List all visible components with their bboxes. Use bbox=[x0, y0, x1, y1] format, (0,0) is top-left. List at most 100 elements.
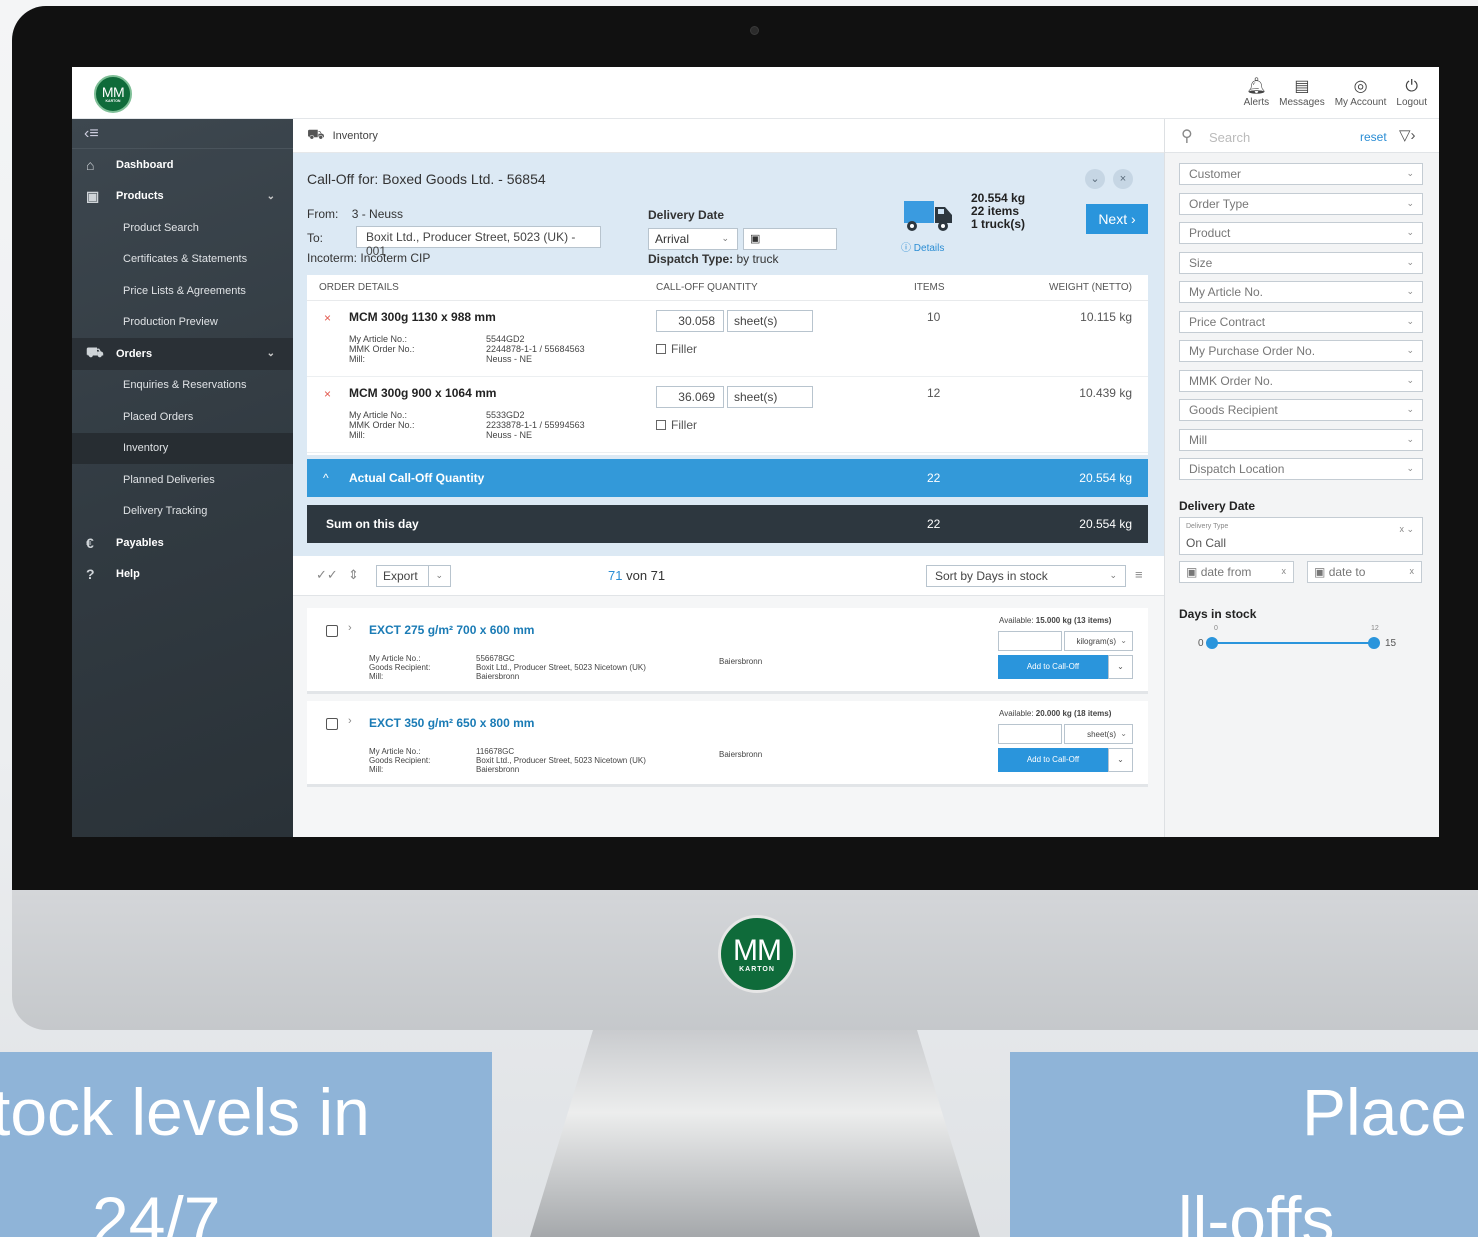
sidebar-subitem-price-lists[interactable]: Price Lists & Agreements bbox=[72, 275, 293, 307]
sidebar-item-dashboard[interactable]: ⌂ Dashboard bbox=[72, 149, 293, 181]
unit-select[interactable]: sheet(s) bbox=[727, 386, 813, 408]
chevron-right-icon[interactable]: › bbox=[348, 715, 352, 727]
filter-my-article-no[interactable]: My Article No. ⌄ bbox=[1179, 281, 1423, 303]
chevron-down-icon: ⌄ bbox=[1406, 463, 1414, 473]
messages-button[interactable]: ▤ Messages bbox=[1279, 77, 1325, 108]
alerts-button[interactable]: 🔔︎ Alerts bbox=[1244, 77, 1270, 108]
sidebar-subitem-inventory[interactable]: Inventory bbox=[72, 432, 293, 464]
banner-right-line2: ll-offs bbox=[1178, 1183, 1335, 1237]
count-shown: 71 bbox=[608, 568, 623, 583]
menu-toggle-icon[interactable]: ‹≡ bbox=[72, 119, 293, 149]
delivery-date-input[interactable]: ▣ bbox=[743, 228, 837, 250]
delivery-type-select[interactable]: Delivery Type On Call x ⌄ bbox=[1179, 517, 1423, 555]
details-link[interactable]: ⓘ Details bbox=[901, 239, 944, 254]
order-row-name: MCM 300g 1130 x 988 mm bbox=[349, 310, 496, 324]
dispatch-label: Dispatch Type: bbox=[648, 252, 734, 266]
filler-checkbox[interactable]: Filler bbox=[656, 418, 697, 432]
sort-toggle-icon[interactable]: ⇕ bbox=[348, 567, 359, 583]
filter-mill[interactable]: Mill ⌄ bbox=[1179, 428, 1423, 451]
quantity-input[interactable]: 30.058 bbox=[656, 310, 724, 332]
sidebar-subitem-certificates[interactable]: Certificates & Statements bbox=[72, 244, 293, 276]
inventory-name[interactable]: EXCT 275 g/m² 700 x 600 mm bbox=[369, 623, 534, 637]
reset-link[interactable]: reset bbox=[1360, 130, 1387, 144]
add-to-calloff-button[interactable]: Add to Call-Off bbox=[998, 655, 1108, 679]
add-options-button[interactable]: ⌄ bbox=[1108, 748, 1133, 772]
order-row-name: MCM 300g 900 x 1064 mm bbox=[349, 386, 497, 400]
next-button[interactable]: Next › bbox=[1086, 204, 1148, 234]
actual-calloff-bar[interactable]: ^ Actual Call-Off Quantity 22 20.554 kg bbox=[307, 459, 1148, 497]
sidebar-item-products[interactable]: ▣ Products ⌄ bbox=[72, 181, 293, 213]
filter-customer[interactable]: Customer ⌄ bbox=[1179, 163, 1423, 185]
unit-select[interactable]: sheet(s) bbox=[727, 310, 813, 332]
inventory-labels: My Article No.: Goods Recipient: Mill: bbox=[369, 654, 430, 681]
sidebar-subitem-product-search[interactable]: Product Search bbox=[72, 212, 293, 244]
sidebar-item-orders[interactable]: ⛟ Orders ⌄ bbox=[72, 338, 293, 370]
checkbox-icon bbox=[656, 344, 666, 354]
header-weight: WEIGHT (NETTO) bbox=[1049, 282, 1132, 293]
chevron-down-icon: ⌄ bbox=[1406, 168, 1414, 178]
header-calloff-qty: CALL-OFF QUANTITY bbox=[656, 282, 758, 293]
summary-trucks: 1 truck(s) bbox=[971, 217, 1026, 231]
export-button[interactable]: Export ⌄ bbox=[376, 565, 451, 587]
from-line: From: 3 - Neuss bbox=[307, 207, 403, 221]
filter-size[interactable]: Size ⌄ bbox=[1179, 251, 1423, 274]
label-recipient: Goods Recipient: bbox=[369, 663, 431, 672]
unit-select[interactable]: sheet(s) ⌄ bbox=[1064, 724, 1133, 744]
quantity-input[interactable] bbox=[998, 631, 1062, 651]
select-all-icon[interactable]: ✓✓ bbox=[316, 567, 338, 583]
chevron-down-icon: ⌄ bbox=[1406, 227, 1414, 237]
quantity-input[interactable]: 36.069 bbox=[656, 386, 724, 408]
select-checkbox[interactable] bbox=[326, 718, 338, 730]
filter-price-contract[interactable]: Price Contract ⌄ bbox=[1179, 310, 1423, 333]
filter-goods-recipient[interactable]: Goods Recipient ⌄ bbox=[1179, 399, 1423, 421]
slider-max-handle[interactable] bbox=[1368, 637, 1380, 649]
to-address-field[interactable]: Boxit Ltd., Producer Street, 5023 (UK) -… bbox=[356, 226, 601, 258]
add-options-button[interactable]: ⌄ bbox=[1108, 655, 1133, 679]
filter-order-type[interactable]: Order Type ⌄ bbox=[1179, 192, 1423, 215]
date-from-input[interactable]: ▣ date from x bbox=[1179, 561, 1294, 583]
sort-select[interactable]: Sort by Days in stock ⌄ bbox=[926, 565, 1126, 587]
header-order-details: ORDER DETAILS bbox=[319, 282, 399, 293]
clear-icon[interactable]: x bbox=[1410, 566, 1415, 576]
arrival-select[interactable]: Arrival ⌄ bbox=[648, 228, 738, 250]
filter-icon[interactable]: ▽› bbox=[1399, 126, 1416, 144]
sum-items: 22 bbox=[927, 517, 941, 531]
sidebar-subitem-delivery-tracking[interactable]: Delivery Tracking bbox=[72, 496, 293, 528]
sidebar-subitem-planned-deliveries[interactable]: Planned Deliveries bbox=[72, 464, 293, 496]
remove-icon[interactable]: × bbox=[324, 311, 331, 325]
unit-select[interactable]: kilogram(s) ⌄ bbox=[1064, 631, 1133, 651]
filter-dispatch-location[interactable]: Dispatch Location ⌄ bbox=[1179, 458, 1423, 480]
filter-product[interactable]: Product ⌄ bbox=[1179, 222, 1423, 244]
date-to-input[interactable]: ▣ date to x bbox=[1307, 561, 1422, 583]
sidebar-subitem-production-preview[interactable]: Production Preview bbox=[72, 307, 293, 339]
filter-mmk-order-no[interactable]: MMK Order No. ⌄ bbox=[1179, 369, 1423, 392]
app-logo[interactable]: MM KARTON bbox=[94, 75, 132, 113]
chevron-right-icon[interactable]: › bbox=[348, 622, 352, 634]
clear-icon[interactable]: x bbox=[1282, 566, 1287, 576]
sidebar-item-label: Orders bbox=[116, 347, 153, 360]
select-checkbox[interactable] bbox=[326, 625, 338, 637]
inventory-name[interactable]: EXCT 350 g/m² 650 x 800 mm bbox=[369, 716, 534, 730]
logout-button[interactable]: ⏻ Logout bbox=[1396, 77, 1427, 108]
sidebar-item-help[interactable]: ? Help bbox=[72, 559, 293, 591]
order-row: × MCM 300g 900 x 1064 mm My Article No.:… bbox=[307, 377, 1148, 453]
sidebar-subitem-placed-orders[interactable]: Placed Orders bbox=[72, 401, 293, 433]
slider-max-value: 15 bbox=[1385, 638, 1397, 649]
days-slider-track[interactable] bbox=[1210, 642, 1374, 644]
my-account-button[interactable]: ◎ My Account bbox=[1335, 77, 1387, 108]
collapse-button[interactable]: ⌄ bbox=[1085, 169, 1105, 189]
banner-left-line2: 24/7 bbox=[92, 1183, 221, 1237]
clear-chevron-icon[interactable]: x ⌄ bbox=[1399, 524, 1414, 535]
quantity-input[interactable] bbox=[998, 724, 1062, 744]
list-view-icon[interactable]: ≡ bbox=[1135, 567, 1143, 582]
close-button[interactable]: × bbox=[1113, 169, 1133, 189]
order-row-weight: 10.115 kg bbox=[1080, 310, 1132, 324]
remove-icon[interactable]: × bbox=[324, 387, 331, 401]
filter-purchase-order-no[interactable]: My Purchase Order No. ⌄ bbox=[1179, 340, 1423, 362]
filler-checkbox[interactable]: Filler bbox=[656, 342, 697, 356]
sidebar-item-payables[interactable]: € Payables bbox=[72, 527, 293, 559]
slider-min-handle[interactable] bbox=[1206, 637, 1218, 649]
sidebar-subitem-enquiries[interactable]: Enquiries & Reservations bbox=[72, 370, 293, 402]
add-to-calloff-button[interactable]: Add to Call-Off bbox=[998, 748, 1108, 772]
search-input[interactable]: Search bbox=[1209, 130, 1250, 145]
